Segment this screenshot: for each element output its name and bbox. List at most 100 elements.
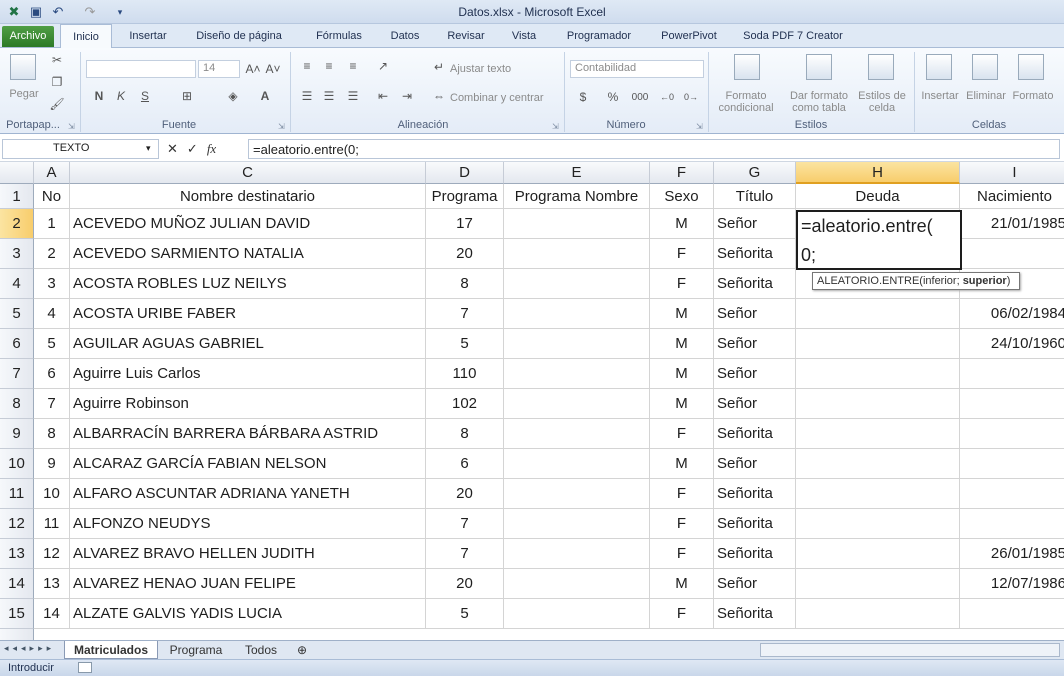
underline-button[interactable]: S: [136, 88, 154, 104]
row-header[interactable]: 13: [0, 539, 34, 569]
table-cell[interactable]: [796, 449, 960, 479]
table-cell[interactable]: F: [650, 239, 714, 269]
table-cell[interactable]: 14: [34, 599, 70, 629]
font-launcher-icon[interactable]: ⇲: [278, 122, 285, 131]
wrap-text-icon[interactable]: ↵: [430, 59, 448, 75]
table-cell[interactable]: 110: [426, 359, 504, 389]
table-cell[interactable]: 8: [426, 269, 504, 299]
fill-color-icon[interactable]: ◈: [224, 88, 242, 104]
row-header[interactable]: 3: [0, 239, 34, 269]
table-cell[interactable]: [796, 569, 960, 599]
table-cell[interactable]: AGUILAR AGUAS GABRIEL: [70, 329, 426, 359]
cell-styles-button[interactable]: Estilos de celda: [854, 90, 910, 114]
table-cell[interactable]: 12/07/1986: [960, 569, 1064, 599]
row-header[interactable]: 14: [0, 569, 34, 599]
table-cell[interactable]: ALCARAZ GARCÍA FABIAN NELSON: [70, 449, 426, 479]
font-name-select[interactable]: [86, 60, 196, 78]
table-cell[interactable]: 13: [34, 569, 70, 599]
align-left-icon[interactable]: ☰: [298, 88, 316, 104]
select-all-corner[interactable]: [0, 162, 34, 184]
row-header[interactable]: 10: [0, 449, 34, 479]
table-cell[interactable]: [796, 329, 960, 359]
table-cell[interactable]: F: [650, 509, 714, 539]
table-cell[interactable]: 24/10/1960: [960, 329, 1064, 359]
shrink-font-icon[interactable]: A˅: [264, 61, 282, 77]
row-header[interactable]: 9: [0, 419, 34, 449]
table-header-cell[interactable]: Título: [714, 184, 796, 209]
table-cell[interactable]: [504, 419, 650, 449]
table-cell[interactable]: 4: [34, 299, 70, 329]
table-cell[interactable]: [504, 509, 650, 539]
insert-function-button[interactable]: fx: [207, 141, 216, 157]
row-header[interactable]: 7: [0, 359, 34, 389]
row-header[interactable]: 2: [0, 209, 34, 239]
table-cell[interactable]: 11: [34, 509, 70, 539]
table-cell[interactable]: ALVAREZ BRAVO HELLEN JUDITH: [70, 539, 426, 569]
name-box[interactable]: TEXTO: [2, 139, 159, 159]
table-cell[interactable]: 8: [34, 419, 70, 449]
column-header-g[interactable]: G: [714, 162, 796, 184]
macro-record-icon[interactable]: [78, 662, 92, 673]
table-header-cell[interactable]: Nacimiento: [960, 184, 1064, 209]
alignment-launcher-icon[interactable]: ⇲: [552, 122, 559, 131]
tab-revisar[interactable]: Revisar: [438, 24, 494, 48]
increase-indent-icon[interactable]: ⇥: [398, 88, 416, 104]
conditional-format-icon[interactable]: [734, 54, 760, 80]
column-header-f[interactable]: F: [650, 162, 714, 184]
table-cell[interactable]: 8: [426, 419, 504, 449]
insert-cells-icon[interactable]: [926, 54, 952, 80]
table-cell[interactable]: Señor: [714, 449, 796, 479]
format-table-button[interactable]: Dar formato como tabla: [784, 90, 854, 114]
table-cell[interactable]: [504, 359, 650, 389]
insert-cells-button[interactable]: Insertar: [916, 90, 964, 102]
table-cell[interactable]: 102: [426, 389, 504, 419]
table-cell[interactable]: [960, 389, 1064, 419]
sheet-nav-icon[interactable]: ◂◂◂▸▸▸: [4, 643, 55, 654]
table-cell[interactable]: ACOSTA URIBE FABER: [70, 299, 426, 329]
sheet-tab-todos[interactable]: Todos: [234, 641, 288, 659]
table-cell[interactable]: ACEVEDO MUÑOZ JULIAN DAVID: [70, 209, 426, 239]
table-cell[interactable]: [504, 599, 650, 629]
table-cell[interactable]: [960, 239, 1064, 269]
table-cell[interactable]: F: [650, 479, 714, 509]
sheet-tab-programa[interactable]: Programa: [160, 641, 232, 659]
table-header-cell[interactable]: Deuda: [796, 184, 960, 209]
row-header[interactable]: 1: [0, 184, 34, 209]
table-cell[interactable]: 5: [34, 329, 70, 359]
table-cell[interactable]: F: [650, 539, 714, 569]
table-cell[interactable]: M: [650, 329, 714, 359]
font-size-select[interactable]: 14: [198, 60, 240, 78]
currency-button[interactable]: $: [574, 89, 592, 105]
table-cell[interactable]: 7: [34, 389, 70, 419]
table-cell[interactable]: [960, 479, 1064, 509]
copy-icon[interactable]: ❐: [48, 74, 66, 90]
align-bottom-icon[interactable]: ≡: [344, 58, 362, 74]
table-cell[interactable]: [960, 599, 1064, 629]
table-cell[interactable]: ACEVEDO SARMIENTO NATALIA: [70, 239, 426, 269]
table-header-cell[interactable]: Sexo: [650, 184, 714, 209]
row-header[interactable]: 5: [0, 299, 34, 329]
number-launcher-icon[interactable]: ⇲: [696, 122, 703, 131]
tab-insertar[interactable]: Insertar: [120, 24, 176, 48]
row-header[interactable]: 15: [0, 599, 34, 629]
table-cell[interactable]: [504, 269, 650, 299]
row-header[interactable]: 11: [0, 479, 34, 509]
table-cell[interactable]: 6: [34, 359, 70, 389]
paste-button[interactable]: Pegar: [4, 88, 44, 100]
horizontal-scrollbar[interactable]: [760, 643, 1060, 657]
table-cell[interactable]: 20: [426, 239, 504, 269]
table-cell[interactable]: ALFONZO NEUDYS: [70, 509, 426, 539]
table-cell[interactable]: [796, 599, 960, 629]
table-cell[interactable]: [504, 539, 650, 569]
row-header[interactable]: 8: [0, 389, 34, 419]
table-cell[interactable]: ACOSTA ROBLES LUZ NEILYS: [70, 269, 426, 299]
table-cell[interactable]: [796, 509, 960, 539]
formula-input[interactable]: =aleatorio.entre(0;: [248, 139, 1060, 159]
tab-datos[interactable]: Datos: [380, 24, 430, 48]
table-cell[interactable]: 6: [426, 449, 504, 479]
table-cell[interactable]: M: [650, 359, 714, 389]
table-cell[interactable]: [504, 299, 650, 329]
table-cell[interactable]: Señor: [714, 389, 796, 419]
table-cell[interactable]: [504, 479, 650, 509]
table-cell[interactable]: 7: [426, 299, 504, 329]
